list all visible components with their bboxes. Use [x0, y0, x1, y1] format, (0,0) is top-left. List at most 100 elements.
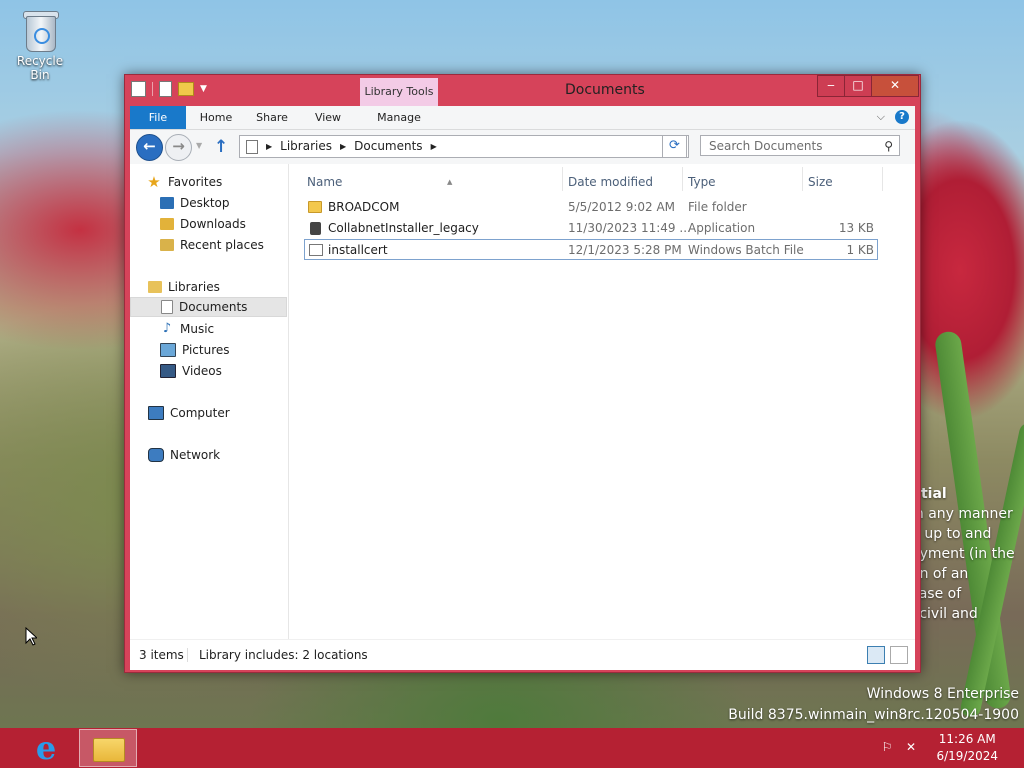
nav-label: Documents [179, 300, 248, 314]
nav-item-documents[interactable]: Documents [130, 297, 287, 317]
column-divider[interactable] [882, 167, 883, 191]
nav-item-recent-places[interactable]: Recent places [160, 235, 264, 255]
table-row[interactable]: BROADCOM 5/5/2012 9:02 AM File folder [304, 197, 878, 218]
file-explorer-taskbar-button[interactable] [79, 729, 137, 767]
nav-label: Downloads [180, 217, 246, 231]
license-watermark: ntial in any manner n up to and oyment (… [911, 484, 1019, 624]
nav-label: Videos [182, 364, 222, 378]
navigation-bar: ← → ▼ ↑ ▶ Libraries ▶ Documents ▶ ⌵ ⟳ Se… [130, 130, 915, 164]
watermark-line: l civil and [911, 606, 978, 622]
search-icon[interactable]: ⚲ [884, 136, 893, 157]
internet-explorer-icon[interactable]: e [22, 730, 70, 766]
edition-label: Windows 8 Enterprise [866, 686, 1019, 702]
properties-icon[interactable] [131, 81, 146, 97]
network-icon [148, 448, 164, 462]
nav-item-desktop[interactable]: Desktop [160, 193, 230, 213]
nav-label: Recent places [180, 238, 264, 252]
status-separator [187, 648, 188, 662]
tab-file[interactable]: File [130, 106, 186, 129]
column-divider[interactable] [562, 167, 563, 191]
file-name: installcert [328, 243, 388, 257]
search-placeholder: Search Documents [709, 139, 823, 153]
help-icon[interactable]: ? [895, 110, 909, 124]
nav-item-network[interactable]: Network [148, 445, 220, 465]
large-icons-view-icon[interactable] [890, 646, 908, 664]
file-date: 12/1/2023 5:28 PM [568, 243, 682, 257]
file-name: CollabnetInstaller_legacy [328, 221, 479, 235]
minimize-button[interactable]: ‒ [817, 75, 845, 97]
search-input[interactable]: Search Documents ⚲ [700, 135, 900, 156]
tab-view[interactable]: View [302, 106, 354, 129]
volume-muted-icon[interactable]: ✕ [904, 740, 918, 754]
pictures-icon [160, 343, 176, 357]
item-count: 3 items [139, 648, 184, 662]
nav-item-favorites[interactable]: ★ Favorites [146, 172, 222, 192]
column-header-size[interactable]: Size [808, 172, 878, 192]
explorer-window[interactable]: ▼ Library Tools Documents ‒ □ ✕ File Hom… [124, 74, 921, 673]
recycle-bin-icon[interactable]: Recycle Bin [6, 6, 74, 82]
nav-item-downloads[interactable]: Downloads [160, 214, 246, 234]
file-name: BROADCOM [328, 200, 400, 214]
content-area: ★ Favorites Desktop Downloads Recent pla… [130, 164, 915, 670]
column-header-name[interactable]: ▲ Name [307, 172, 557, 192]
column-divider[interactable] [682, 167, 683, 191]
recent-places-icon [160, 239, 174, 251]
nav-item-pictures[interactable]: Pictures [160, 340, 230, 360]
breadcrumb-documents[interactable]: Documents [350, 136, 426, 157]
expand-ribbon-chevron-down-icon[interactable]: ⌵ [877, 110, 885, 124]
desktop-icon [160, 197, 174, 209]
recent-locations-chevron-down-icon[interactable]: ▼ [196, 141, 202, 150]
folder-icon [93, 738, 125, 762]
tab-home[interactable]: Home [190, 106, 242, 129]
library-info: Library includes: 2 locations [199, 648, 368, 662]
new-folder-icon[interactable] [178, 82, 194, 96]
file-list[interactable]: ▲ Name Date modified Type Size BROADCOM … [288, 164, 915, 639]
navigation-pane: ★ Favorites Desktop Downloads Recent pla… [130, 164, 289, 639]
file-size: 13 KB [838, 221, 874, 235]
location-icon [246, 140, 258, 154]
file-date: 11/30/2023 11:49 ... [568, 221, 691, 235]
maximize-button[interactable]: □ [844, 75, 872, 97]
nav-item-music[interactable]: ♪ Music [160, 319, 214, 339]
file-type: Windows Batch File [688, 243, 804, 257]
close-button[interactable]: ✕ [871, 75, 919, 97]
back-button[interactable]: ← [136, 134, 163, 161]
table-row[interactable]: CollabnetInstaller_legacy 11/30/2023 11:… [304, 218, 878, 239]
nav-item-libraries[interactable]: Libraries [148, 277, 220, 297]
documents-icon [161, 300, 173, 314]
nav-item-computer[interactable]: Computer [148, 403, 230, 423]
new-document-icon[interactable] [159, 81, 172, 97]
breadcrumb-libraries[interactable]: Libraries [276, 136, 336, 157]
videos-icon [160, 364, 176, 378]
network-status-icon[interactable]: ⚐ [880, 740, 894, 754]
title-bar[interactable]: ▼ Library Tools Documents ‒ □ ✕ [125, 75, 920, 106]
nav-label: Libraries [168, 280, 220, 294]
details-view-icon[interactable] [867, 646, 885, 664]
nav-label: Network [170, 448, 221, 462]
watermark-line: ntial [911, 486, 947, 502]
customize-toolbar-chevron-down-icon[interactable]: ▼ [200, 84, 207, 94]
nav-item-videos[interactable]: Videos [160, 361, 222, 381]
forward-button[interactable]: → [165, 134, 192, 161]
nav-label: Pictures [182, 343, 230, 357]
tab-manage[interactable]: Manage [360, 106, 438, 129]
clock[interactable]: 11:26 AM 6/19/2024 [936, 731, 998, 765]
clock-date: 6/19/2024 [936, 749, 998, 763]
up-button[interactable]: ↑ [214, 137, 228, 157]
breadcrumb-separator-icon[interactable]: ▶ [262, 136, 276, 157]
column-header-type[interactable]: Type [688, 172, 798, 192]
clock-time: 11:26 AM [938, 732, 996, 746]
breadcrumb-separator-icon[interactable]: ▶ [336, 136, 350, 157]
watermark-line: in any manner [911, 506, 1013, 522]
refresh-button[interactable]: ⟳ [662, 135, 687, 158]
folder-icon [308, 201, 322, 213]
window-title: Documents [565, 82, 645, 98]
tab-share[interactable]: Share [246, 106, 298, 129]
breadcrumb-separator-icon[interactable]: ▶ [427, 136, 441, 157]
column-divider[interactable] [802, 167, 803, 191]
column-label: Name [307, 175, 343, 189]
column-header-date[interactable]: Date modified [568, 172, 678, 192]
table-row[interactable]: installcert 12/1/2023 5:28 PM Windows Ba… [304, 239, 878, 260]
application-icon [310, 222, 321, 235]
address-bar[interactable]: ▶ Libraries ▶ Documents ▶ ⌵ [239, 135, 689, 158]
